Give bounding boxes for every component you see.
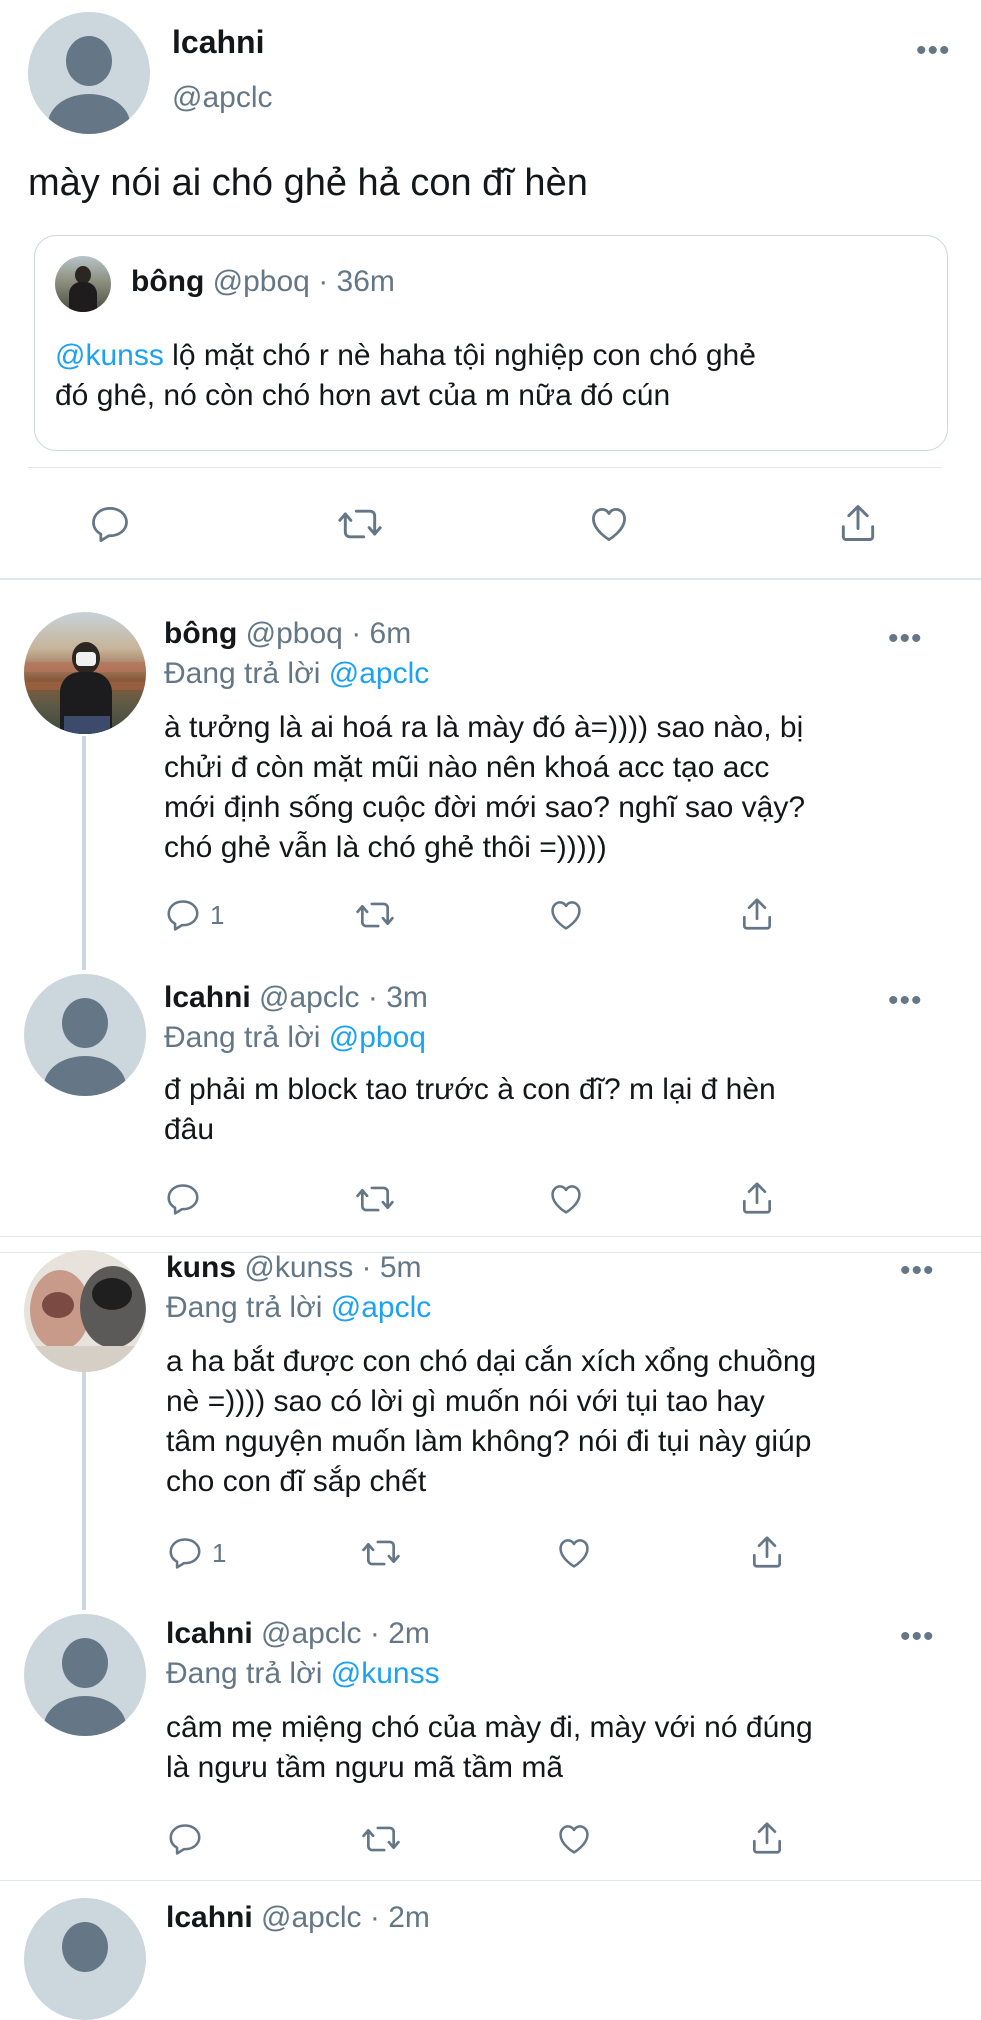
tweet-text: đ phải m block tao trước à con đĩ? m lại…: [164, 1073, 776, 1146]
like-button[interactable]: [586, 502, 632, 546]
share-icon: [841, 505, 875, 541]
like-button[interactable]: [554, 1534, 594, 1572]
share-icon: [752, 1536, 782, 1568]
avatar[interactable]: [24, 1898, 146, 2020]
retweet-icon: [356, 902, 394, 928]
display-name[interactable]: kuns: [166, 1251, 236, 1284]
share-button[interactable]: [748, 1532, 786, 1572]
divider: [0, 1880, 981, 1881]
tweet-time: · 2m: [369, 1617, 430, 1650]
avatar[interactable]: [24, 974, 146, 1096]
more-icon[interactable]: •••: [900, 1256, 935, 1286]
user-handle[interactable]: @apclc: [172, 80, 273, 116]
share-button[interactable]: [748, 1818, 786, 1858]
tweet-time: · 5m: [361, 1251, 422, 1284]
reply-button[interactable]: [164, 896, 202, 934]
reply-button[interactable]: [166, 1820, 204, 1858]
retweet-button[interactable]: [354, 1180, 396, 1218]
replying-to-handle[interactable]: @kunss: [331, 1657, 440, 1690]
replying-to-handle[interactable]: @apclc: [329, 657, 430, 690]
display-name[interactable]: lcahni: [166, 1617, 253, 1650]
more-icon[interactable]: •••: [888, 986, 923, 1016]
retweet-button[interactable]: [336, 502, 384, 546]
user-handle[interactable]: @apclc: [261, 1617, 362, 1650]
replying-to-label: Đang trả lời: [166, 1291, 331, 1324]
heart-icon: [592, 507, 626, 541]
share-icon: [742, 1182, 772, 1214]
quoted-time: · 36m: [318, 265, 395, 298]
divider: [0, 1252, 981, 1253]
reply-button[interactable]: [88, 502, 132, 546]
thread-line: [82, 1370, 86, 1610]
quoted-mention[interactable]: @kunss: [55, 339, 164, 372]
reply-icon: [167, 1184, 199, 1215]
heart-icon: [551, 901, 581, 930]
quoted-handle: @pboq: [212, 265, 310, 298]
quoted-text-line: lộ mặt chó r nè haha tội nghiệp con chó …: [163, 339, 756, 372]
replying-to-label: Đang trả lời: [166, 1657, 331, 1690]
reply-icon: [92, 507, 128, 543]
reply-icon: [167, 900, 199, 931]
more-icon[interactable]: •••: [900, 1622, 935, 1652]
reply-count: 1: [212, 1538, 227, 1568]
more-icon[interactable]: •••: [888, 624, 923, 654]
retweet-button[interactable]: [360, 1820, 402, 1858]
user-handle[interactable]: @apclc: [261, 1901, 362, 1934]
divider: [0, 1236, 981, 1237]
tweet-time: · 3m: [367, 981, 428, 1014]
divider: [28, 467, 942, 468]
like-button[interactable]: [546, 1180, 586, 1218]
display-name[interactable]: bông: [164, 617, 237, 650]
replying-to-label: Đang trả lời: [164, 1021, 329, 1054]
retweet-icon: [338, 509, 382, 539]
tweet-text: a ha bắt được con chó dại cắn xích xổng …: [166, 1345, 817, 1498]
share-button[interactable]: [738, 894, 776, 934]
reply-count: 1: [210, 900, 225, 930]
tweet-time: · 6m: [351, 617, 412, 650]
heart-icon: [559, 1825, 589, 1854]
quoted-text-line: đó ghê, nó còn chó hơn avt của m nữa đó …: [55, 379, 671, 412]
section-divider: [0, 578, 981, 580]
retweet-icon: [362, 1540, 400, 1566]
retweet-button[interactable]: [354, 896, 396, 934]
more-icon[interactable]: •••: [916, 36, 951, 66]
reply-button[interactable]: [164, 1180, 202, 1218]
retweet-icon: [362, 1826, 400, 1852]
replying-to-label: Đang trả lời: [164, 657, 329, 690]
retweet-icon: [356, 1186, 394, 1212]
avatar[interactable]: [24, 1614, 146, 1736]
display-name[interactable]: lcahni: [172, 24, 264, 60]
display-name[interactable]: lcahni: [166, 1901, 253, 1934]
reply-icon: [169, 1538, 201, 1569]
tweet-text: mày nói ai chó ghẻ hả con đĩ hèn: [28, 162, 588, 204]
tweet-text: câm mẹ miệng chó của mày đi, mày với nó …: [166, 1711, 813, 1784]
share-button[interactable]: [836, 500, 880, 546]
heart-icon: [551, 1185, 581, 1214]
avatar[interactable]: [24, 1250, 146, 1372]
user-handle[interactable]: @kunss: [244, 1251, 353, 1284]
quoted-display-name: bông: [131, 265, 205, 298]
tweet-time: · 2m: [369, 1901, 430, 1934]
user-handle[interactable]: @apclc: [259, 981, 360, 1014]
share-icon: [752, 1822, 782, 1854]
quoted-tweet[interactable]: bông @pboq · 36m @kunss lộ mặt chó r nè …: [34, 235, 948, 451]
reply-button[interactable]: [166, 1534, 204, 1572]
replying-to-handle[interactable]: @pboq: [329, 1021, 426, 1054]
user-handle[interactable]: @pboq: [246, 617, 343, 650]
display-name[interactable]: lcahni: [164, 981, 251, 1014]
avatar[interactable]: [24, 612, 146, 734]
avatar[interactable]: [28, 12, 150, 134]
replying-to-handle[interactable]: @apclc: [331, 1291, 432, 1324]
thread-line: [82, 736, 86, 970]
tweet-text: à tưởng là ai hoá ra là mày đó à=)))) sa…: [164, 711, 806, 864]
heart-icon: [559, 1539, 589, 1568]
share-button[interactable]: [738, 1178, 776, 1218]
retweet-button[interactable]: [360, 1534, 402, 1572]
quoted-avatar: [55, 256, 111, 312]
like-button[interactable]: [546, 896, 586, 934]
share-icon: [742, 898, 772, 930]
reply-icon: [169, 1824, 201, 1855]
like-button[interactable]: [554, 1820, 594, 1858]
